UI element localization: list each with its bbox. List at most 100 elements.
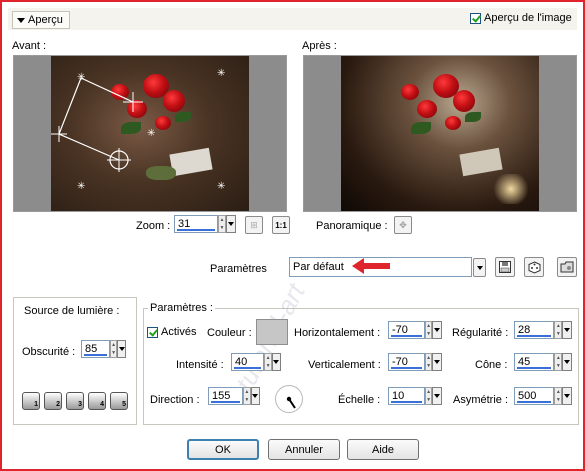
preview-toolbar: Aperçu Aperçu de l'image xyxy=(8,8,577,30)
scale-input[interactable]: 10 xyxy=(388,387,425,405)
direction-dial[interactable] xyxy=(275,385,303,413)
asymmetry-input[interactable]: 500 xyxy=(514,387,555,405)
chevron-down-icon xyxy=(252,394,259,398)
collapse-preview-button[interactable]: Aperçu xyxy=(12,11,70,29)
asymmetry-dropdown-button[interactable] xyxy=(562,387,572,405)
zoom-spin-arrows[interactable]: ▲ ▼ xyxy=(218,215,226,233)
chevron-down-icon xyxy=(273,360,280,364)
chevron-down-icon xyxy=(434,328,441,332)
light-1-button[interactable]: 1 xyxy=(22,392,40,410)
asymmetry-spin-arrows[interactable]: ▲ ▼ xyxy=(554,387,563,405)
darkness-label: Obscurité : xyxy=(22,346,76,358)
fit-icon: ⊞ xyxy=(250,219,258,230)
light-2-button[interactable]: 2 xyxy=(44,392,62,410)
help-button[interactable]: Aide xyxy=(347,439,419,460)
enabled-label: Activés xyxy=(161,326,197,338)
chevron-down-icon xyxy=(118,347,125,351)
handle-icon[interactable]: ✳ xyxy=(217,69,225,79)
intensity-label: Intensité : xyxy=(176,359,224,371)
chevron-down-icon xyxy=(434,360,441,364)
cone-input[interactable]: 45 xyxy=(514,353,555,371)
horizontal-dropdown-button[interactable] xyxy=(432,321,442,339)
red-arrow-icon xyxy=(352,258,390,274)
intensity-spin-arrows[interactable]: ▲ ▼ xyxy=(264,353,272,371)
random-preset-button[interactable] xyxy=(524,257,544,277)
folder-icon xyxy=(560,261,574,273)
vertical-dropdown-button[interactable] xyxy=(432,353,442,371)
horizontal-spin-arrows[interactable]: ▲ ▼ xyxy=(424,321,433,339)
chevron-down-icon xyxy=(564,394,571,398)
light-source-title: Source de lumière : xyxy=(24,305,120,317)
regularity-spin-arrows[interactable]: ▲ ▼ xyxy=(554,321,563,339)
vertical-spinbox[interactable]: -70 ▲ ▼ xyxy=(388,353,442,371)
direction-input[interactable]: 155 xyxy=(208,387,244,405)
save-preset-button[interactable] xyxy=(495,257,515,277)
presets-label: Paramètres xyxy=(210,263,267,275)
color-label: Couleur : xyxy=(207,327,252,339)
vertical-spin-arrows[interactable]: ▲ ▼ xyxy=(424,353,433,371)
zoom-label: Zoom : xyxy=(136,220,171,232)
darkness-spinbox[interactable]: 85 ▲ ▼ xyxy=(81,340,126,358)
direction-dropdown-button[interactable] xyxy=(250,387,260,405)
zoom-dropdown-button[interactable] xyxy=(226,215,236,233)
cone-spinbox[interactable]: 45 ▲ ▼ xyxy=(514,353,572,371)
pan-button[interactable]: ✥ xyxy=(394,216,412,234)
scale-spinbox[interactable]: 10 ▲ ▼ xyxy=(388,387,442,405)
after-preview[interactable] xyxy=(303,55,577,212)
handle-icon[interactable]: ✳ xyxy=(77,73,85,83)
ok-button[interactable]: OK xyxy=(187,439,259,460)
asymmetry-label: Asymétrie : xyxy=(453,394,509,406)
scale-spin-arrows[interactable]: ▲ ▼ xyxy=(424,387,433,405)
actual-size-icon: 1:1 xyxy=(275,220,287,230)
handle-icon[interactable]: ✳ xyxy=(217,182,225,192)
before-preview[interactable]: ✳ ✳ ✳ ✳ ✳ xyxy=(13,55,287,212)
enabled-toggle[interactable]: Activés xyxy=(147,326,196,338)
intensity-input[interactable]: 40 xyxy=(231,353,265,371)
triangle-down-icon xyxy=(17,17,25,23)
horizontal-label: Horizontalement : xyxy=(294,327,381,339)
intensity-dropdown-button[interactable] xyxy=(271,353,281,371)
after-image xyxy=(341,56,539,211)
horizontal-spinbox[interactable]: -70 ▲ ▼ xyxy=(388,321,442,339)
preview-checkbox[interactable] xyxy=(470,12,481,24)
zoom-spinbox[interactable]: 31 ▲ ▼ xyxy=(174,215,236,233)
color-swatch[interactable] xyxy=(256,319,288,345)
regularity-spinbox[interactable]: 28 ▲ ▼ xyxy=(514,321,572,339)
enabled-checkbox[interactable] xyxy=(147,326,158,338)
chevron-down-icon xyxy=(564,360,571,364)
scale-label: Échelle : xyxy=(338,394,381,406)
handle-icon[interactable]: ✳ xyxy=(147,129,155,139)
regularity-dropdown-button[interactable] xyxy=(562,321,572,339)
preview-checkbox-label: Aperçu de l'image xyxy=(484,12,572,24)
regularity-input[interactable]: 28 xyxy=(514,321,555,339)
vertical-label: Verticalement : xyxy=(308,359,381,371)
cancel-button[interactable]: Annuler xyxy=(268,439,340,460)
chevron-down-icon xyxy=(564,328,571,332)
horizontal-input[interactable]: -70 xyxy=(388,321,425,339)
zoom-input[interactable]: 31 xyxy=(174,215,218,233)
cone-dropdown-button[interactable] xyxy=(562,353,572,371)
darkness-input[interactable]: 85 xyxy=(81,340,111,358)
intensity-spinbox[interactable]: 40 ▲ ▼ xyxy=(231,353,281,371)
manage-presets-button[interactable] xyxy=(557,257,577,277)
cone-spin-arrows[interactable]: ▲ ▼ xyxy=(554,353,563,371)
direction-spin-arrows[interactable]: ▲ ▼ xyxy=(243,387,251,405)
image-preview-toggle[interactable]: Aperçu de l'image xyxy=(470,12,572,24)
handle-icon[interactable]: ✳ xyxy=(77,182,85,192)
presets-value: Par défaut xyxy=(293,261,344,273)
cone-label: Cône : xyxy=(475,359,508,371)
light-5-button[interactable]: 5 xyxy=(110,392,128,410)
vertical-input[interactable]: -70 xyxy=(388,353,425,371)
darkness-spin-arrows[interactable]: ▲ ▼ xyxy=(110,340,118,358)
scale-dropdown-button[interactable] xyxy=(432,387,442,405)
after-label: Après : xyxy=(302,40,337,52)
parameters-title: Paramètres : xyxy=(148,302,215,314)
asymmetry-spinbox[interactable]: 500 ▲ ▼ xyxy=(514,387,572,405)
actual-size-button[interactable]: 1:1 xyxy=(272,216,290,234)
light-3-button[interactable]: 3 xyxy=(66,392,84,410)
presets-dropdown-button[interactable] xyxy=(473,258,486,277)
fit-zoom-button[interactable]: ⊞ xyxy=(245,216,263,234)
darkness-dropdown-button[interactable] xyxy=(117,340,126,358)
light-4-button[interactable]: 4 xyxy=(88,392,106,410)
direction-spinbox[interactable]: 155 ▲ ▼ xyxy=(208,387,260,405)
